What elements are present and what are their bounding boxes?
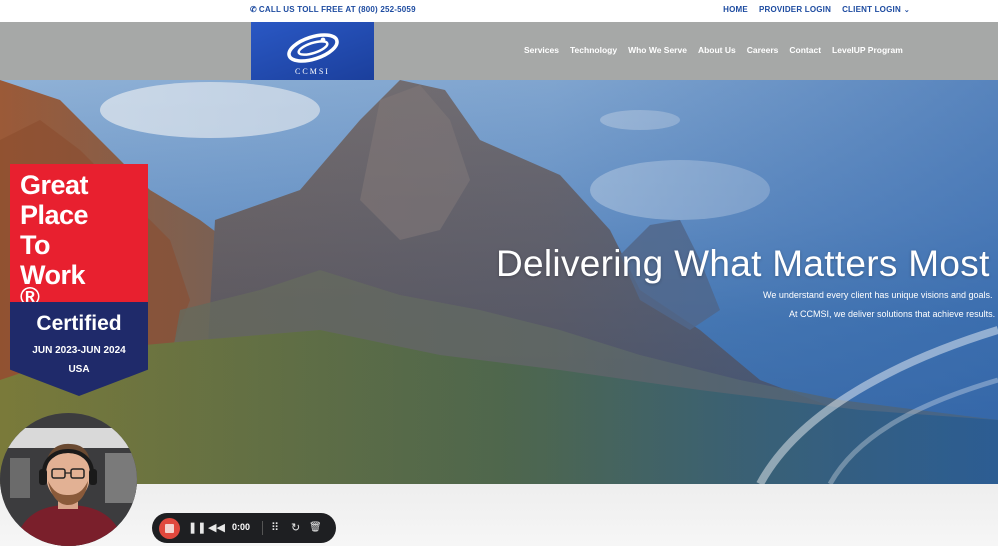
trash-icon[interactable]: 🗑 bbox=[309, 520, 322, 536]
pause-icon[interactable]: ❚❚ bbox=[188, 520, 206, 536]
hero-subtext-1: We understand every client has unique vi… bbox=[763, 290, 993, 300]
badge-certified: Certified bbox=[36, 312, 122, 335]
utility-bar: ✆ CALL US TOLL FREE AT (800) 252-5059 HOM… bbox=[0, 0, 998, 22]
chevron-down-icon: ⌄ bbox=[903, 7, 910, 14]
content-section bbox=[0, 484, 998, 546]
nav-who-we-serve[interactable]: Who We Serve bbox=[628, 45, 687, 55]
home-link[interactable]: HOME bbox=[723, 5, 748, 14]
hero-headline: Delivering What Matters Most bbox=[496, 243, 990, 284]
badge-country: USA bbox=[68, 364, 90, 375]
stop-icon[interactable] bbox=[159, 518, 180, 539]
client-login-label: CLIENT LOGIN bbox=[842, 5, 901, 14]
webcam-bubble[interactable] bbox=[0, 413, 137, 546]
hero-banner: Delivering What Matters Most We understa… bbox=[0, 80, 998, 484]
logo-wordmark: CCMSI bbox=[295, 67, 330, 76]
badge-dates: JUN 2023-JUN 2024 bbox=[32, 345, 126, 356]
hero-subtext-2: At CCMSI, we deliver solutions that achi… bbox=[789, 309, 996, 319]
nav-contact[interactable]: Contact bbox=[789, 45, 821, 55]
toolbar-divider bbox=[262, 521, 263, 535]
rewind-icon[interactable]: ◀◀ bbox=[208, 520, 225, 536]
nav-services[interactable]: Services bbox=[524, 45, 559, 55]
provider-login-link[interactable]: PROVIDER LOGIN bbox=[759, 5, 831, 14]
badge-red-panel: Great Place To Work ® bbox=[10, 164, 148, 312]
primary-nav: Services Technology Who We Serve About U… bbox=[524, 45, 903, 55]
badge-line-3: To bbox=[20, 230, 50, 260]
grid-icon[interactable]: ⠿ bbox=[271, 520, 279, 536]
nav-about-us[interactable]: About Us bbox=[698, 45, 736, 55]
great-place-to-work-badge: Great Place To Work ® Certified JUN 2023… bbox=[10, 164, 148, 396]
logo-swoosh-icon bbox=[287, 33, 339, 63]
utility-links: HOME PROVIDER LOGIN CLIENT LOGIN ⌄ bbox=[723, 5, 910, 14]
nav-careers[interactable]: Careers bbox=[747, 45, 779, 55]
phone-text: CALL US TOLL FREE AT (800) 252-5059 bbox=[258, 5, 416, 14]
toll-free-phone-link[interactable]: ✆ CALL US TOLL FREE AT (800) 252-5059 bbox=[250, 5, 416, 14]
presenter-avatar bbox=[0, 413, 137, 546]
badge-line-1: Great bbox=[20, 170, 89, 200]
recorder-toolbar: ❚❚ ◀◀ 0:00 ⠿ ↻ 🗑 bbox=[152, 513, 336, 543]
nav-levelup-program[interactable]: LevelUP Program bbox=[832, 45, 903, 55]
badge-line-2: Place bbox=[20, 200, 89, 230]
nav-technology[interactable]: Technology bbox=[570, 45, 617, 55]
phone-icon: ✆ bbox=[250, 5, 257, 14]
restart-icon[interactable]: ↻ bbox=[291, 520, 300, 536]
recording-timer: 0:00 bbox=[232, 522, 251, 532]
client-login-link[interactable]: CLIENT LOGIN ⌄ bbox=[842, 5, 910, 14]
ccmsi-logo[interactable]: CCMSI bbox=[251, 22, 374, 81]
